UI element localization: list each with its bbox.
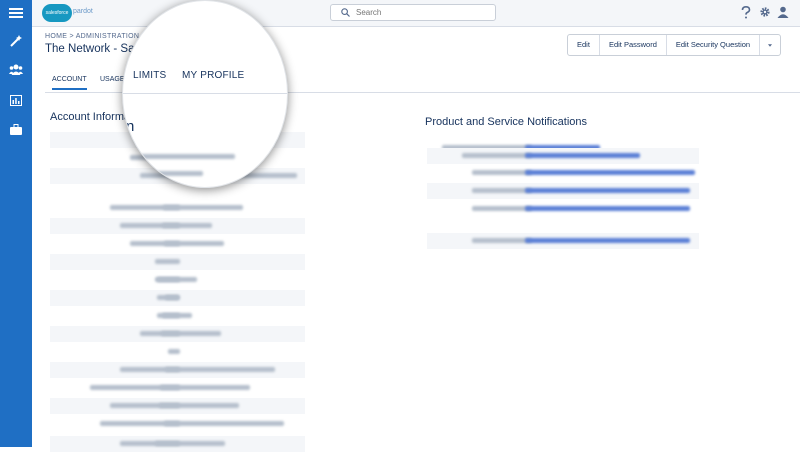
table-row bbox=[50, 272, 305, 288]
table-row bbox=[50, 200, 305, 216]
menu-button[interactable] bbox=[0, 0, 32, 26]
table-row bbox=[50, 218, 305, 234]
users-nav-button[interactable] bbox=[0, 56, 32, 82]
table-row bbox=[427, 148, 699, 164]
table-row bbox=[50, 362, 305, 378]
magic-wand-icon bbox=[10, 35, 22, 47]
blurred-row-value bbox=[159, 403, 239, 408]
blurred-row-value bbox=[161, 331, 221, 336]
table-row bbox=[50, 290, 305, 306]
table-row bbox=[50, 326, 305, 342]
notifications-heading: Product and Service Notifications bbox=[425, 116, 588, 128]
blurred-row-value bbox=[162, 223, 212, 228]
blurred-row-label bbox=[462, 153, 532, 158]
users-icon bbox=[9, 64, 23, 75]
table-row bbox=[427, 183, 699, 199]
menu-icon bbox=[9, 8, 23, 18]
magnified-blurred-value bbox=[135, 154, 235, 159]
magnified-tab-my-profile[interactable]: MY PROFILE bbox=[182, 70, 244, 81]
blurred-row-label bbox=[168, 349, 180, 354]
table-row bbox=[50, 236, 305, 252]
blurred-row-value bbox=[155, 441, 225, 446]
blurred-row-label bbox=[155, 259, 180, 264]
gear-icon[interactable] bbox=[759, 6, 771, 18]
blurred-row-link[interactable] bbox=[525, 188, 690, 193]
search-input[interactable] bbox=[356, 6, 486, 19]
table-row bbox=[50, 254, 305, 270]
table-row bbox=[50, 380, 305, 396]
header-action-buttons: Edit Edit Password Edit Security Questio… bbox=[567, 34, 782, 56]
magnified-blurred-value bbox=[143, 171, 203, 176]
help-icon[interactable] bbox=[741, 6, 751, 19]
magnified-heading-fragment: n bbox=[126, 118, 135, 135]
edit-security-question-button[interactable]: Edit Security Question bbox=[667, 35, 761, 55]
blurred-row-label bbox=[472, 170, 532, 175]
caret-down-icon bbox=[768, 43, 773, 47]
table-row bbox=[427, 201, 699, 217]
blurred-row-value bbox=[157, 277, 198, 282]
briefcase-icon bbox=[10, 123, 22, 135]
blurred-row-value bbox=[160, 385, 250, 390]
blurred-row-label bbox=[472, 206, 532, 211]
edit-password-button[interactable]: Edit Password bbox=[600, 35, 667, 55]
edit-button[interactable]: Edit bbox=[568, 35, 600, 55]
salesforce-pardot-logo[interactable]: salesforce pardot bbox=[42, 3, 98, 23]
blurred-row-value bbox=[165, 367, 275, 372]
table-row bbox=[427, 165, 699, 181]
user-icon[interactable] bbox=[777, 6, 789, 18]
search-icon bbox=[341, 8, 350, 17]
blurred-row-value bbox=[156, 295, 179, 300]
blurred-row-link[interactable] bbox=[525, 206, 690, 211]
salesforce-cloud-logo: salesforce bbox=[42, 4, 72, 22]
blurred-row-label bbox=[472, 188, 532, 193]
magnified-tab-underline bbox=[123, 93, 287, 94]
reports-nav-button[interactable] bbox=[0, 87, 32, 113]
magnified-tab-limits[interactable]: LIMITS bbox=[133, 70, 166, 81]
table-row bbox=[50, 308, 305, 324]
table-row bbox=[50, 398, 305, 414]
table-row bbox=[50, 416, 305, 432]
blurred-row-value bbox=[163, 205, 243, 210]
blurred-row-value bbox=[157, 313, 192, 318]
table-row bbox=[427, 233, 699, 249]
blurred-row-value bbox=[164, 241, 224, 246]
blurred-row-link[interactable] bbox=[525, 153, 640, 158]
wand-nav-button[interactable] bbox=[0, 28, 32, 54]
blurred-row-value bbox=[164, 421, 284, 426]
pardot-logo-text: pardot bbox=[73, 8, 93, 15]
blurred-row-link[interactable] bbox=[525, 170, 695, 175]
table-row bbox=[50, 344, 305, 360]
more-actions-button[interactable] bbox=[760, 35, 780, 55]
magnifier-lens: LIMITS MY PROFILE n bbox=[122, 0, 288, 188]
left-nav-sidebar bbox=[0, 0, 32, 447]
global-search[interactable] bbox=[330, 4, 496, 21]
blurred-row-label bbox=[472, 238, 532, 243]
tab-account[interactable]: ACCOUNT bbox=[52, 76, 87, 90]
briefcase-nav-button[interactable] bbox=[0, 116, 32, 142]
blurred-row-link[interactable] bbox=[525, 238, 690, 243]
reports-icon bbox=[10, 94, 22, 106]
table-row bbox=[50, 436, 305, 452]
